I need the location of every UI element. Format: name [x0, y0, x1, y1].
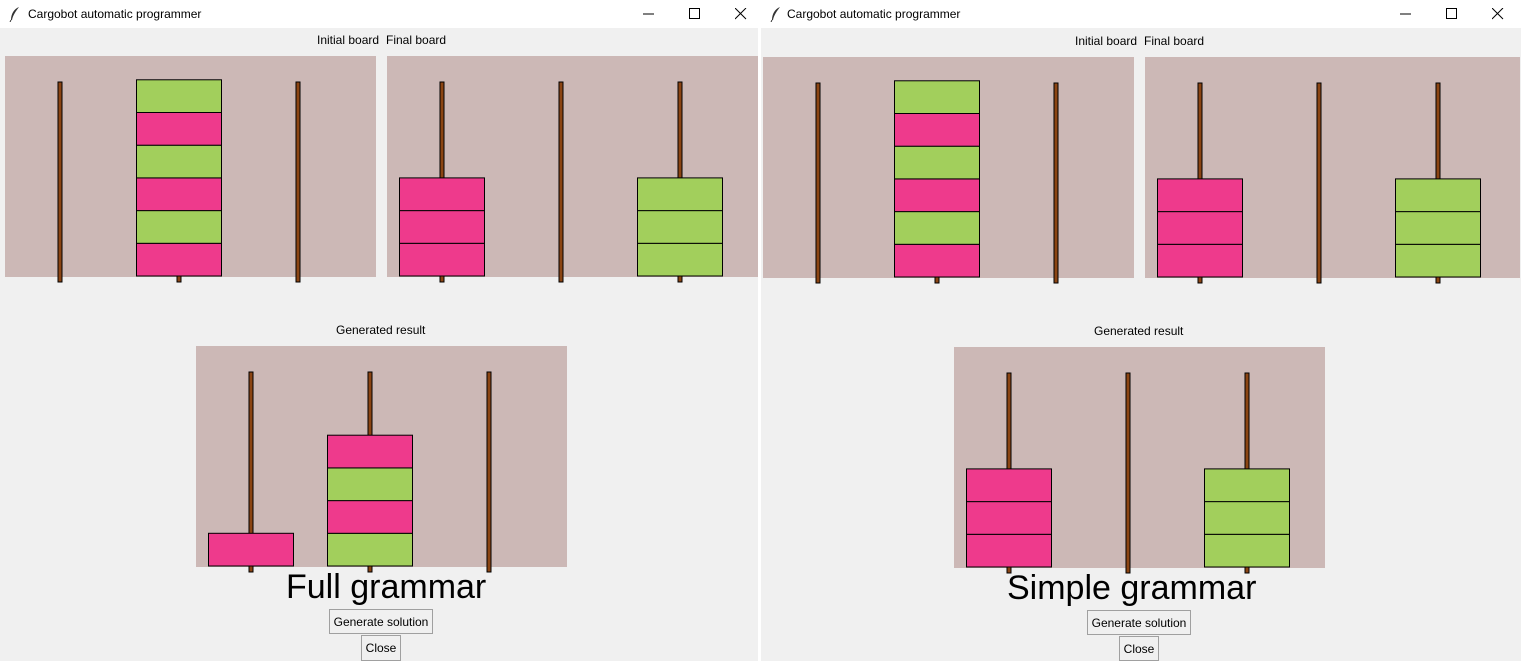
app-window-simple-grammar: Cargobot automatic programmer Initial bo… — [761, 0, 1521, 661]
green-crate — [1204, 533, 1290, 568]
green-crate — [1204, 468, 1290, 503]
generate-solution-button[interactable]: Generate solution — [1087, 610, 1191, 635]
maximize-icon — [689, 8, 700, 19]
window-title: Cargobot automatic programmer — [787, 7, 961, 21]
generated-result-board — [954, 347, 1325, 574]
pole — [558, 81, 564, 283]
green-crate — [136, 210, 222, 244]
pink-crate — [966, 468, 1052, 503]
green-crate — [894, 80, 980, 114]
window-title: Cargobot automatic programmer — [28, 7, 202, 21]
maximize-button[interactable] — [672, 0, 718, 28]
pink-crate — [136, 112, 222, 146]
title-bar[interactable]: Cargobot automatic programmer — [0, 0, 758, 28]
green-crate — [637, 242, 723, 277]
pink-crate — [208, 532, 294, 567]
app-window-full-grammar: Cargobot automatic programmer Initial bo… — [0, 0, 758, 661]
pink-crate — [136, 177, 222, 212]
green-crate — [637, 177, 723, 212]
close-icon — [1492, 8, 1504, 20]
generated-result-label: Generated result — [336, 323, 426, 337]
green-crate — [1204, 501, 1290, 535]
maximize-button[interactable] — [1429, 0, 1475, 28]
final-board-label: Final board — [1144, 34, 1205, 48]
green-crate — [136, 79, 222, 113]
final-board-label: Final board — [386, 33, 447, 47]
pink-crate — [894, 178, 980, 213]
pink-crate — [399, 242, 485, 277]
pole — [1316, 82, 1322, 284]
minimize-button[interactable] — [1383, 0, 1429, 28]
close-icon — [735, 8, 747, 20]
pole — [486, 371, 492, 573]
pink-crate — [1157, 211, 1243, 245]
generate-solution-button[interactable]: Generate solution — [329, 609, 433, 634]
green-crate — [1395, 211, 1481, 245]
pole — [295, 81, 301, 283]
pole — [1053, 82, 1059, 284]
initial-board-label: Initial board — [317, 33, 380, 47]
minimize-button[interactable] — [626, 0, 672, 28]
close-window-button[interactable] — [718, 0, 758, 28]
minimize-icon — [643, 13, 654, 15]
final-board — [387, 56, 758, 283]
final-board — [1145, 57, 1520, 284]
pole — [57, 81, 63, 283]
green-crate — [327, 532, 413, 567]
pink-crate — [1157, 243, 1243, 278]
green-crate — [637, 210, 723, 244]
maximize-icon — [1446, 8, 1457, 19]
grammar-title: Simple grammar — [1007, 569, 1257, 607]
pole — [1125, 372, 1131, 574]
green-crate — [894, 211, 980, 245]
title-bar[interactable]: Cargobot automatic programmer — [761, 0, 1521, 28]
grammar-title: Full grammar — [286, 568, 487, 606]
pink-crate — [136, 242, 222, 277]
pink-crate — [894, 243, 980, 278]
green-crate — [1395, 243, 1481, 278]
green-crate — [894, 145, 980, 180]
pink-crate — [894, 113, 980, 147]
generated-result-label: Generated result — [1094, 324, 1184, 338]
initial-board-label: Initial board — [1075, 34, 1138, 48]
green-crate — [327, 467, 413, 502]
pink-crate — [327, 434, 413, 469]
pink-crate — [399, 177, 485, 212]
green-crate — [1395, 178, 1481, 213]
pink-crate — [1157, 178, 1243, 213]
pole — [815, 82, 821, 284]
close-button[interactable]: Close — [361, 635, 401, 661]
pink-crate — [399, 210, 485, 244]
initial-board — [5, 56, 376, 283]
pink-crate — [966, 533, 1052, 568]
close-window-button[interactable] — [1475, 0, 1521, 28]
feather-icon — [769, 6, 783, 23]
close-button[interactable]: Close — [1119, 636, 1159, 661]
pink-crate — [327, 500, 413, 534]
feather-icon — [8, 6, 22, 23]
minimize-icon — [1400, 13, 1411, 15]
pink-crate — [966, 501, 1052, 535]
initial-board — [763, 57, 1134, 284]
generated-result-board — [196, 346, 567, 573]
green-crate — [136, 144, 222, 179]
